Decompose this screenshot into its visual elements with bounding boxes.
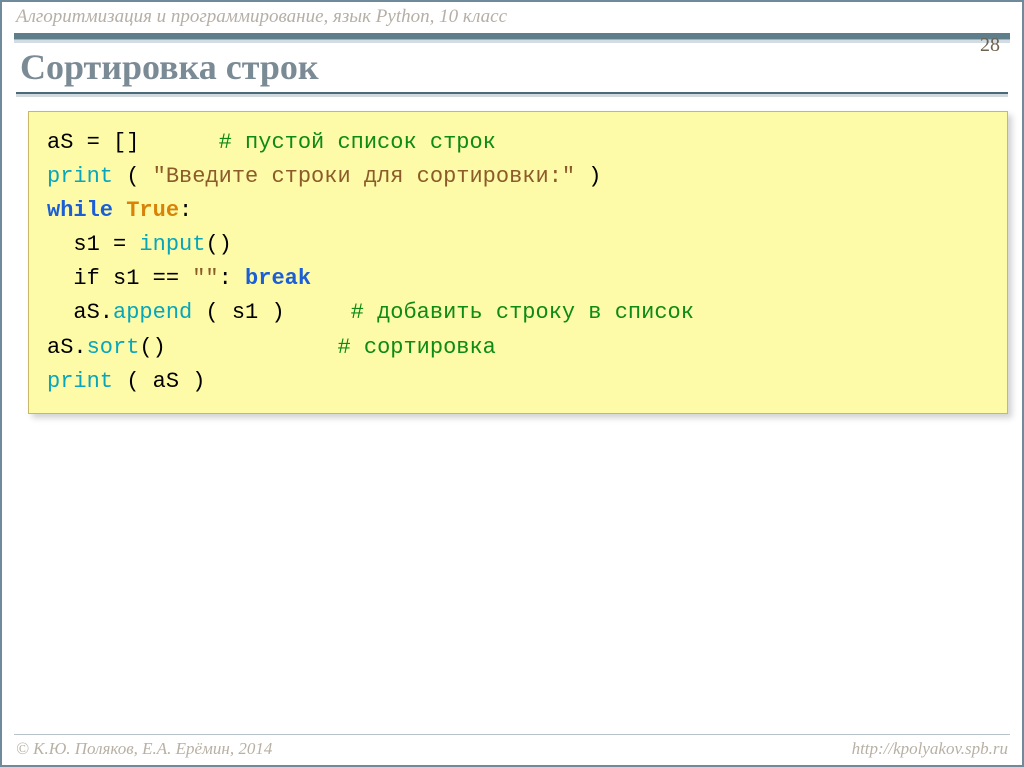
code-comment: # пустой список строк: [139, 130, 495, 155]
code-comment: # сортировка: [166, 335, 496, 360]
code-line: aS.sort() # сортировка: [47, 331, 989, 365]
code-comment: # добавить строку в список: [285, 300, 694, 325]
code-keyword: while: [47, 198, 113, 223]
code-line: if s1 == "": break: [47, 262, 989, 296]
code-text: (): [205, 232, 231, 257]
slide-title: Сортировка строк: [2, 40, 1022, 90]
code-string: "": [192, 266, 218, 291]
code-text: :: [179, 198, 192, 223]
code-keyword: True: [126, 198, 179, 223]
copyright-text: © К.Ю. Поляков, Е.А. Ерёмин, 2014: [16, 739, 272, 759]
course-header: Алгоритмизация и программирование, язык …: [2, 2, 1022, 30]
code-line: print ( "Введите строки для сортировки:"…: [47, 160, 989, 194]
code-keyword: print: [47, 369, 113, 394]
code-line: s1 = input(): [47, 228, 989, 262]
code-keyword: append: [113, 300, 192, 325]
code-text: :: [219, 266, 245, 291]
header-rule: [14, 33, 1010, 40]
code-line: aS.append ( s1 ) # добавить строку в спи…: [47, 296, 989, 330]
slide: Алгоритмизация и программирование, язык …: [0, 0, 1024, 767]
code-text: [113, 198, 126, 223]
footer-url: http://kpolyakov.spb.ru: [852, 739, 1008, 759]
code-line: aS = [] # пустой список строк: [47, 126, 989, 160]
footer: © К.Ю. Поляков, Е.А. Ерёмин, 2014 http:/…: [2, 739, 1022, 759]
code-keyword: break: [245, 266, 311, 291]
code-line: print ( aS ): [47, 365, 989, 399]
page-number: 28: [980, 34, 1000, 57]
code-block: aS = [] # пустой список строк print ( "В…: [28, 111, 1008, 414]
code-text: aS.: [47, 300, 113, 325]
code-text: aS.: [47, 335, 87, 360]
code-text: (): [139, 335, 165, 360]
code-text: ): [575, 164, 601, 189]
code-keyword: sort: [87, 335, 140, 360]
code-text: if s1 ==: [47, 266, 192, 291]
title-underline: [16, 92, 1008, 97]
code-text: aS = []: [47, 130, 139, 155]
code-keyword: input: [139, 232, 205, 257]
code-line: while True:: [47, 194, 989, 228]
code-string: "Введите строки для сортировки:": [153, 164, 575, 189]
code-text: s1 =: [47, 232, 139, 257]
footer-rule: [14, 734, 1010, 735]
code-text: (: [113, 164, 153, 189]
code-text: ( s1 ): [192, 300, 284, 325]
code-keyword: print: [47, 164, 113, 189]
code-text: ( aS ): [113, 369, 205, 394]
